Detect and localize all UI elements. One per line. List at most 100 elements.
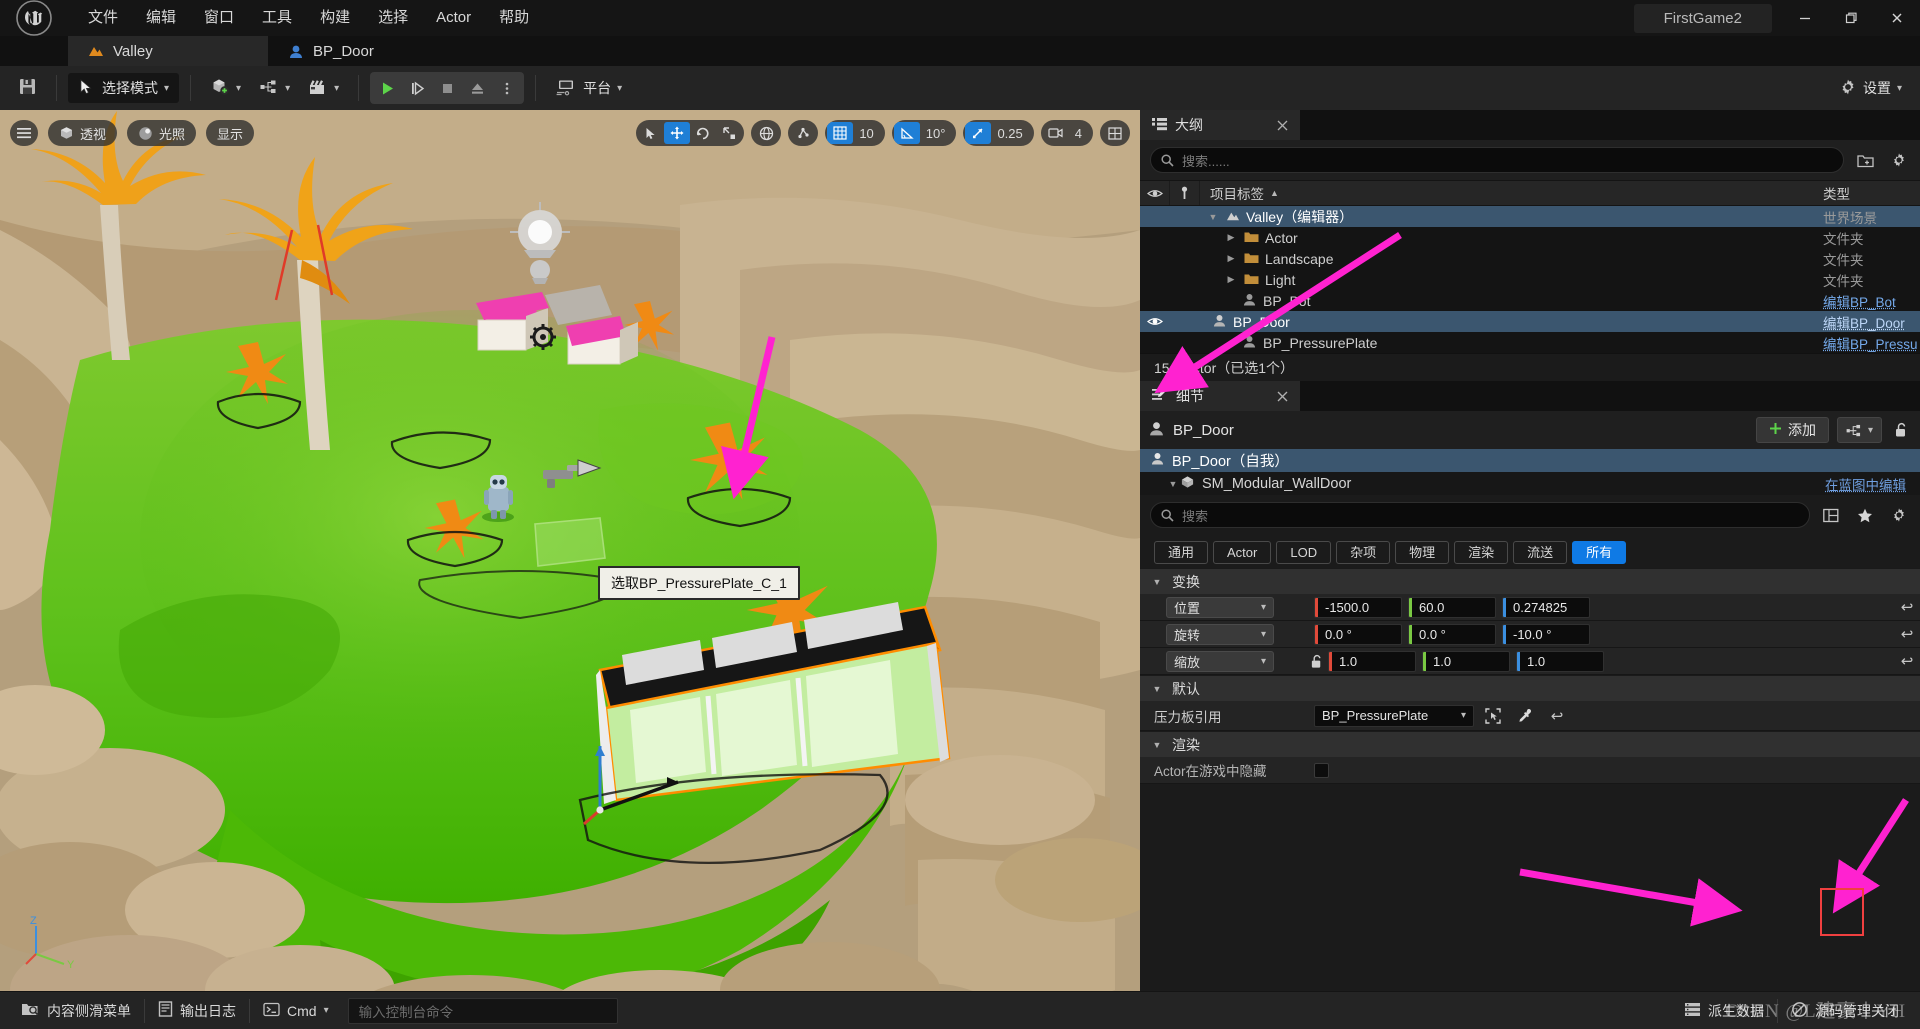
blueprints-button[interactable]: ▾ <box>251 73 298 103</box>
rotate-tool-button[interactable] <box>690 122 716 144</box>
outliner-search-input[interactable]: 搜索...... <box>1150 147 1844 173</box>
scale-tool-button[interactable] <box>716 122 742 144</box>
menu-item-edit[interactable]: 编辑 <box>132 0 190 36</box>
surface-snap-button[interactable] <box>790 122 816 144</box>
menu-item-file[interactable]: 文件 <box>74 0 132 36</box>
details-settings-button[interactable] <box>1886 502 1912 528</box>
outliner-row-valley[interactable]: ▼ Valley（编辑器） 世界场景 <box>1140 206 1920 227</box>
filter-chip-general[interactable]: 通用 <box>1154 541 1209 564</box>
viewport-show-button[interactable]: 显示 <box>206 120 255 146</box>
filter-chip-rendering[interactable]: 渲染 <box>1454 541 1509 564</box>
close-icon[interactable] <box>1263 391 1288 402</box>
camera-speed-value[interactable]: 4 <box>1069 126 1091 141</box>
section-header-transform[interactable]: ▼ 变换 <box>1140 568 1920 594</box>
menu-item-window[interactable]: 窗口 <box>190 0 248 36</box>
row-type-link[interactable]: 编辑BP_Bot <box>1815 291 1920 311</box>
platform-button[interactable]: 平台 ▾ <box>547 73 630 103</box>
pressureplate-ref-dropdown[interactable]: BP_PressurePlate ▾ <box>1314 704 1474 727</box>
location-z-input[interactable]: 0.274825 <box>1502 596 1590 618</box>
menu-item-help[interactable]: 帮助 <box>485 0 543 36</box>
location-x-input[interactable]: -1500.0 <box>1314 596 1402 618</box>
add-actor-button[interactable]: ▾ <box>202 73 249 103</box>
close-button[interactable] <box>1874 0 1920 36</box>
rotation-revert-button[interactable]: ↩ <box>1894 625 1920 643</box>
location-revert-button[interactable]: ↩ <box>1894 598 1920 616</box>
scale-lock-button[interactable] <box>1306 654 1328 669</box>
chevron-right-icon[interactable]: ▶ <box>1224 253 1238 264</box>
outliner-row-bp-door[interactable]: BP_Door 编辑BP_Door <box>1140 311 1920 332</box>
close-icon[interactable] <box>1263 120 1288 131</box>
camera-speed-icon[interactable] <box>1043 122 1069 144</box>
rotation-y-input[interactable]: 0.0 ° <box>1408 623 1496 645</box>
details-search-input[interactable]: 搜索 <box>1150 502 1810 528</box>
browse-icon[interactable] <box>1480 703 1506 729</box>
skip-button[interactable] <box>402 74 432 102</box>
filter-chip-misc[interactable]: 杂项 <box>1336 541 1391 564</box>
rotation-x-input[interactable]: 0.0 ° <box>1314 623 1402 645</box>
scale-dropdown[interactable]: 缩放 ▾ <box>1166 650 1274 672</box>
filter-chip-streaming[interactable]: 流送 <box>1513 541 1568 564</box>
column-pin-icon[interactable] <box>1170 181 1200 205</box>
grid-snap-toggle[interactable] <box>827 122 854 144</box>
menu-item-select[interactable]: 选择 <box>364 0 422 36</box>
menu-item-tools[interactable]: 工具 <box>248 0 306 36</box>
pressureplate-ref-revert-button[interactable]: ↩ <box>1544 707 1570 725</box>
row-type-link[interactable]: 编辑BP_Door <box>1815 312 1920 332</box>
scale-x-input[interactable]: 1.0 <box>1328 650 1416 672</box>
scale-snap-toggle[interactable] <box>965 122 992 144</box>
grid-snap-value[interactable]: 10 <box>853 126 882 141</box>
tab-bp-door[interactable]: BP_Door <box>268 36 394 66</box>
row-visibility-toggle[interactable] <box>1140 316 1170 327</box>
level-viewport[interactable]: 透视 光照 显示 10 10° 0.25 4 选取BP_PressurePlat… <box>0 110 1140 991</box>
world-coordinates-button[interactable] <box>753 122 779 144</box>
select-tool-button[interactable] <box>638 122 664 144</box>
chevron-right-icon[interactable]: ▶ <box>1224 232 1238 243</box>
tab-outliner[interactable]: 大纲 <box>1140 110 1300 140</box>
filter-chip-lod[interactable]: LOD <box>1276 541 1332 564</box>
filter-chip-actor[interactable]: Actor <box>1213 541 1272 564</box>
outliner-row-bp-pressureplate[interactable]: BP_PressurePlate 编辑BP_Pressu <box>1140 332 1920 353</box>
viewport-perspective-button[interactable]: 透视 <box>48 120 118 146</box>
save-button[interactable] <box>10 73 45 103</box>
rotation-dropdown[interactable]: 旋转 ▾ <box>1166 623 1274 645</box>
row-type-link[interactable]: 编辑BP_Pressu <box>1815 333 1920 353</box>
viewport-menu-button[interactable] <box>10 120 38 146</box>
filter-chip-all[interactable]: 所有 <box>1572 541 1627 564</box>
menu-item-build[interactable]: 构建 <box>306 0 364 36</box>
hidden-in-game-checkbox[interactable] <box>1314 762 1329 778</box>
scale-snap-value[interactable]: 0.25 <box>991 126 1031 141</box>
tab-valley[interactable]: Valley <box>68 36 268 66</box>
content-drawer-button[interactable]: 内容侧滑菜单 <box>8 997 144 1025</box>
viewport-lighting-button[interactable]: 光照 <box>127 120 197 146</box>
maximize-button[interactable] <box>1828 0 1874 36</box>
more-options-button[interactable] <box>492 74 522 102</box>
settings-button[interactable]: 设置 ▾ <box>1831 73 1910 103</box>
column-visibility-icon[interactable] <box>1140 181 1170 205</box>
chevron-down-icon[interactable]: ▼ <box>1166 479 1180 489</box>
eject-button[interactable] <box>462 74 492 102</box>
outliner-row-bp-bot[interactable]: BP_Bot 编辑BP_Bot <box>1140 290 1920 311</box>
component-row-self[interactable]: BP_Door（自我） <box>1140 449 1920 472</box>
rotation-z-input[interactable]: -10.0 ° <box>1502 623 1590 645</box>
scale-revert-button[interactable]: ↩ <box>1894 652 1920 670</box>
section-header-default[interactable]: ▼ 默认 <box>1140 675 1920 701</box>
minimize-button[interactable] <box>1782 0 1828 36</box>
outliner-row-light-folder[interactable]: ▶ Light 文件夹 <box>1140 269 1920 290</box>
filter-chip-physics[interactable]: 物理 <box>1395 541 1450 564</box>
outliner-folder-add-button[interactable] <box>1852 147 1878 173</box>
viewport-layout-button[interactable] <box>1102 122 1128 144</box>
eyedropper-icon[interactable] <box>1512 703 1538 729</box>
outliner-row-actor-folder[interactable]: ▶ Actor 文件夹 <box>1140 227 1920 248</box>
stop-button[interactable] <box>432 74 462 102</box>
blueprint-dropdown-button[interactable]: ▾ <box>1836 417 1882 443</box>
scale-y-input[interactable]: 1.0 <box>1422 650 1510 672</box>
details-favorite-button[interactable] <box>1852 502 1878 528</box>
outliner-settings-button[interactable] <box>1886 147 1912 173</box>
details-column-layout-button[interactable] <box>1818 502 1844 528</box>
lock-button[interactable] <box>1890 422 1912 438</box>
move-tool-button[interactable] <box>664 122 691 144</box>
cinematics-button[interactable]: ▾ <box>300 73 347 103</box>
location-y-input[interactable]: 60.0 <box>1408 596 1496 618</box>
column-header-label[interactable]: 项目标签 ▲ <box>1200 183 1815 203</box>
select-mode-button[interactable]: 选择模式 ▾ <box>68 73 180 103</box>
